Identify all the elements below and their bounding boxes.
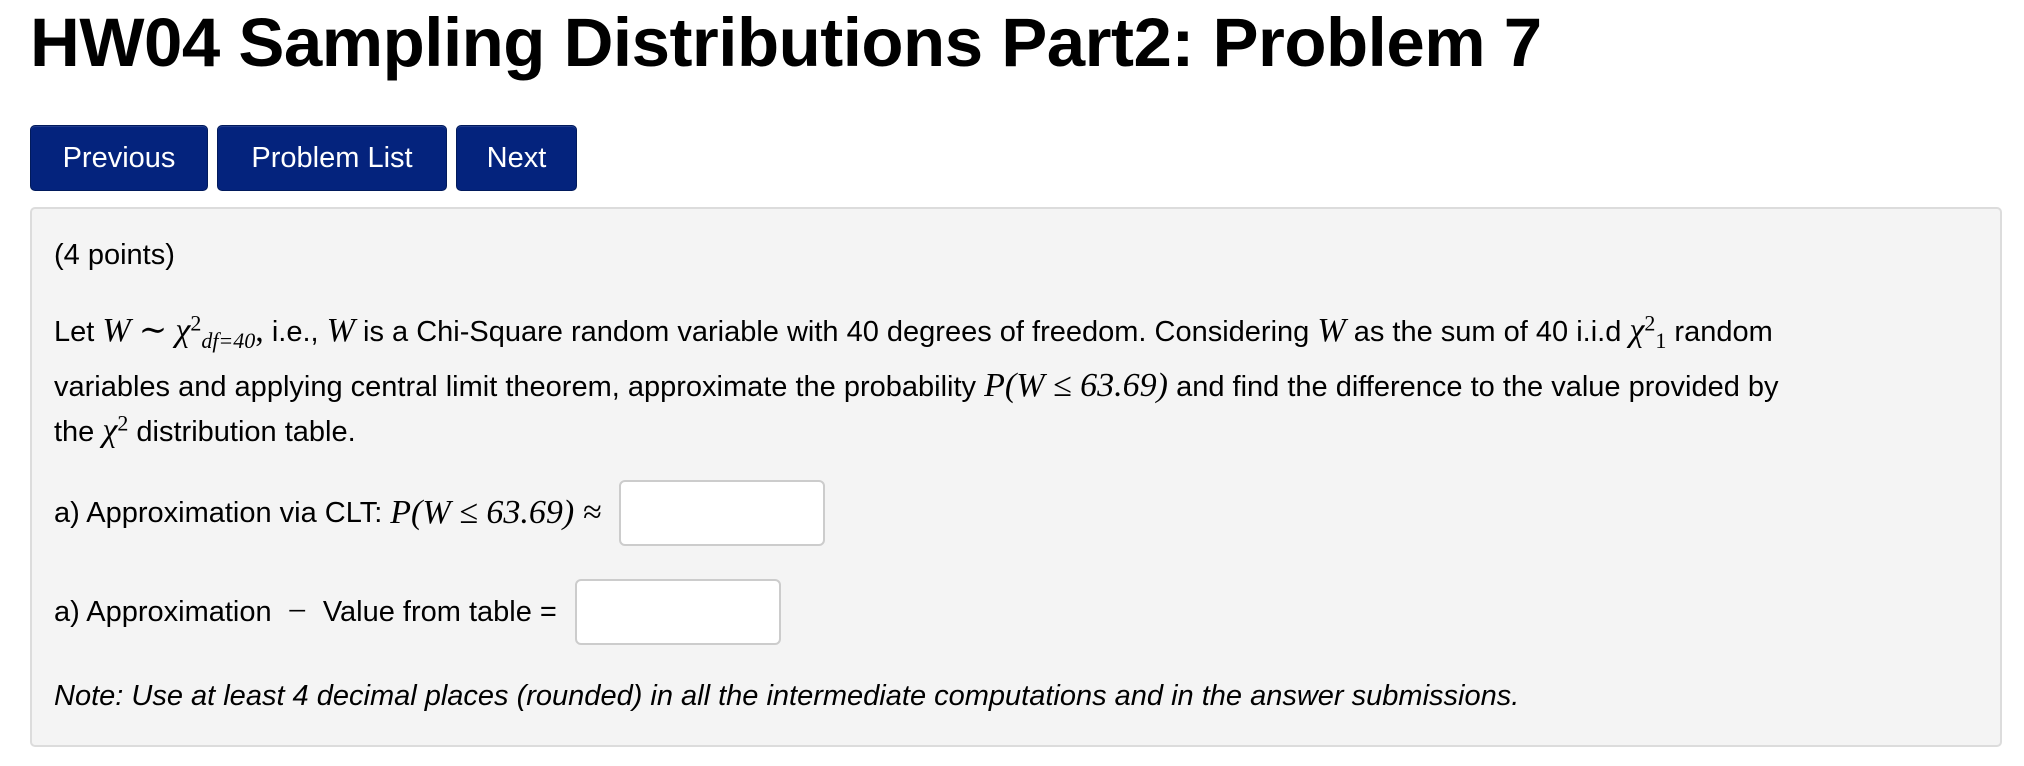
math-w: W xyxy=(102,312,131,349)
text-the: the xyxy=(54,416,95,448)
problem-text-line3: the χ2 distribution table. xyxy=(54,409,356,454)
page: HW04 Sampling Distributions Part2: Probl… xyxy=(0,0,2024,766)
question-a-expr: P(W ≤ 63.69) ≈ xyxy=(390,494,602,531)
math-df-sub: df=40 xyxy=(201,327,256,353)
answer-a-input[interactable] xyxy=(619,480,826,546)
next-button[interactable]: Next xyxy=(456,125,577,191)
problem-text-line1: Let W ∼ χ2df=40, i.e., W is a Chi-Square… xyxy=(54,309,1773,354)
previous-button[interactable]: Previous xyxy=(30,125,208,191)
math-comma: , xyxy=(255,312,264,349)
question-b: a) Approximation − Value from table = xyxy=(54,579,781,645)
math-w-3: W xyxy=(1317,312,1346,349)
answer-b-input[interactable] xyxy=(574,579,781,645)
math-w-2: W xyxy=(326,312,355,349)
text-chisq: is a Chi-Square random variable with 40 … xyxy=(363,316,1310,348)
text-ie: i.e., xyxy=(271,316,319,348)
math-prob-expr: P(W ≤ 63.69) xyxy=(984,367,1169,404)
text-let: Let xyxy=(54,316,95,348)
math-chi-sup: 2 xyxy=(190,310,202,336)
question-b-label-left: a) Approximation xyxy=(54,595,272,628)
question-a: a) Approximation via CLT: P(W ≤ 63.69) ≈ xyxy=(54,480,826,546)
text-dist-table: distribution table. xyxy=(136,416,356,448)
note-text: Note: Use at least 4 decimal places (rou… xyxy=(54,680,1520,712)
question-b-minus: − xyxy=(287,593,307,630)
problem-text-line2: variables and applying central limit the… xyxy=(54,364,1779,409)
problem-nav: Previous Problem List Next xyxy=(30,125,577,191)
page-title: HW04 Sampling Distributions Part2: Probl… xyxy=(30,4,1542,81)
math-chi-3: χ xyxy=(102,412,118,449)
math-chi: χ xyxy=(175,312,191,349)
text-line2-a: variables and applying central limit the… xyxy=(54,371,977,403)
text-sum: as the sum of 40 i.i.d xyxy=(1353,316,1622,348)
math-chi-2: χ xyxy=(1629,312,1645,349)
problem-list-button[interactable]: Problem List xyxy=(217,125,447,191)
points-label: (4 points) xyxy=(54,239,175,271)
math-tilde: ∼ xyxy=(138,312,168,349)
math-chi-sup-3: 2 xyxy=(117,410,129,436)
math-chi-sup-2: 2 xyxy=(1644,310,1656,336)
question-b-label-right: Value from table = xyxy=(322,595,557,628)
text-line2-b: and find the difference to the value pro… xyxy=(1176,371,1779,403)
math-sub-1: 1 xyxy=(1655,327,1667,353)
question-a-label: a) Approximation via CLT: xyxy=(54,496,383,529)
text-random: random xyxy=(1674,316,1773,348)
problem-panel: (4 points) Let W ∼ χ2df=40, i.e., W is a… xyxy=(30,207,2002,747)
